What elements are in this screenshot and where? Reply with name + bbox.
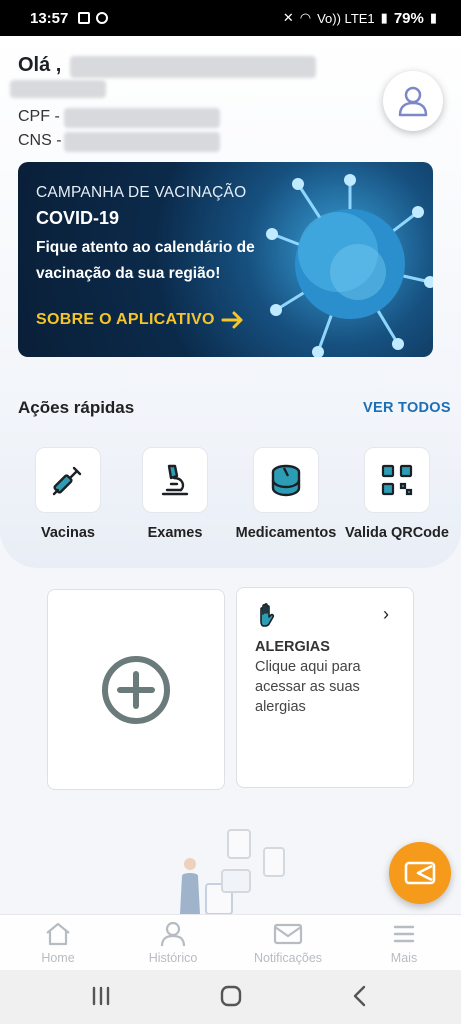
- microscope-icon: [161, 464, 189, 496]
- nav-home-label: Home: [41, 951, 75, 965]
- allergies-description: Clique aqui para acessar as suas alergia…: [255, 659, 361, 715]
- redacted-cpf: [64, 108, 220, 128]
- about-app-link[interactable]: SOBRE O APLICATIVO: [36, 310, 245, 330]
- quick-action-vacinas[interactable]: Vacinas: [13, 447, 123, 543]
- quick-action-label: Medicamentos: [235, 525, 337, 541]
- banner-title: COVID-19: [36, 208, 120, 228]
- card-send-fab[interactable]: [389, 842, 451, 904]
- plus-circle-icon: [102, 655, 170, 724]
- quick-action-medicamentos[interactable]: Medicamentos: [231, 447, 341, 543]
- user-icon: [398, 86, 428, 117]
- back-icon[interactable]: [350, 984, 370, 1008]
- syringe-icon: [52, 466, 82, 496]
- status-time: 13:57: [30, 9, 69, 27]
- redacted-name: [70, 56, 316, 78]
- mute-icon: ✕: [282, 10, 294, 25]
- add-card-button[interactable]: [47, 589, 225, 790]
- cns-label: CNS -: [18, 132, 62, 149]
- system-navigation-bar: [0, 970, 461, 1024]
- quick-action-valida-qrcode[interactable]: Valida QRCode: [342, 447, 452, 543]
- empty-state-illustration: [180, 829, 285, 915]
- gallery-icon: [78, 12, 91, 24]
- nav-historico[interactable]: Histórico: [128, 921, 218, 965]
- hand-icon: [260, 603, 275, 627]
- profile-avatar-button[interactable]: [383, 71, 443, 131]
- allergies-title: ALERGIAS: [255, 639, 330, 655]
- banner-subtitle: CAMPANHA DE VACINAÇÃO: [36, 184, 247, 201]
- menu-icon: [393, 925, 415, 943]
- quick-action-button[interactable]: [35, 447, 101, 513]
- quick-action-label: Exames: [147, 525, 203, 541]
- nav-mais-label: Mais: [390, 951, 418, 965]
- bottom-navigation: Home Histórico Notificações Mais: [0, 914, 461, 970]
- quick-action-label: Vacinas: [40, 525, 95, 541]
- greeting: Olá ,: [18, 54, 62, 76]
- arrow-right-icon: [221, 311, 243, 329]
- redacted-cns: [64, 132, 220, 152]
- nav-notificacoes[interactable]: Notificações: [243, 921, 333, 965]
- home-button-icon[interactable]: [219, 984, 243, 1008]
- chevron-right-icon: ›: [383, 604, 389, 624]
- user-icon: [160, 921, 186, 947]
- network-label: Vo)) LTE1: [317, 10, 375, 26]
- quick-action-button[interactable]: [142, 447, 208, 513]
- nav-notificacoes-label: Notificações: [253, 951, 323, 965]
- wifi-icon: ◠: [299, 10, 312, 25]
- vaccination-campaign-banner[interactable]: CAMPANHA DE VACINAÇÃO COVID-19 Fique ate…: [18, 162, 433, 357]
- cpf-label: CPF -: [18, 108, 60, 125]
- signal-icon: ▮: [380, 10, 388, 25]
- mail-icon: [273, 923, 303, 945]
- dnd-icon: [96, 12, 109, 24]
- pill-icon: [271, 464, 301, 497]
- banner-text: Fique atento ao calendário de vacinação …: [36, 239, 255, 282]
- about-app-label: SOBRE O APLICATIVO: [36, 311, 215, 328]
- allergies-card[interactable]: › ALERGIAS Clique aqui para acessar as s…: [236, 587, 414, 788]
- see-all-link[interactable]: VER TODOS: [363, 400, 451, 416]
- virus-illustration: [266, 174, 433, 357]
- nav-home[interactable]: Home: [13, 921, 103, 965]
- home-icon: [46, 922, 70, 946]
- quick-action-button[interactable]: [364, 447, 430, 513]
- card-send-icon: [404, 861, 436, 885]
- nav-historico-label: Histórico: [148, 951, 198, 965]
- battery-level: 79%: [393, 9, 424, 27]
- quick-action-button[interactable]: [253, 447, 319, 513]
- qrcode-icon: [381, 464, 413, 496]
- battery-icon: ▮: [429, 10, 437, 25]
- status-bar: 13:57 ✕ ◠ Vo)) LTE1 ▮ 79% ▮: [0, 0, 461, 36]
- quick-action-label: Valida QRCode: [345, 525, 449, 541]
- quick-action-exames[interactable]: Exames: [120, 447, 230, 543]
- recent-apps-icon[interactable]: [90, 984, 112, 1008]
- quick-actions-title: Ações rápidas: [18, 398, 135, 417]
- redacted-name-line2: [10, 80, 106, 98]
- nav-mais[interactable]: Mais: [359, 921, 449, 965]
